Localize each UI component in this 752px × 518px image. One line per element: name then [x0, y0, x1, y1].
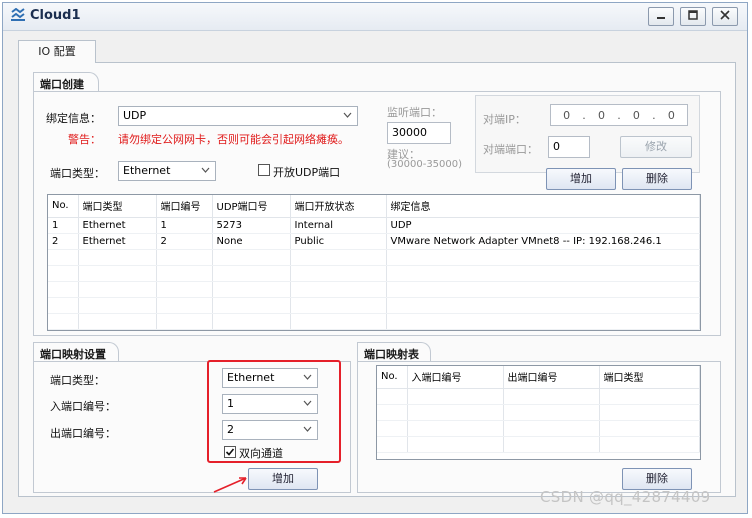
col-port-type[interactable]: 端口类型 [599, 366, 700, 389]
peer-ip-octet-4: 0 [667, 108, 675, 122]
port-type-value: Ethernet [123, 164, 171, 177]
table-row-empty [48, 249, 700, 266]
listen-port-label: 监听端口： [387, 106, 442, 119]
peer-ip-dot: . [617, 108, 621, 122]
cell-port-number: 1 [156, 217, 213, 234]
cell-port-type: Ethernet [78, 233, 157, 250]
suggest-range: (30000-35000) [387, 159, 463, 170]
col-open-state[interactable]: 端口开放状态 [290, 195, 387, 218]
listen-port-input[interactable]: 30000 [387, 122, 451, 144]
cell-no: 2 [48, 233, 79, 250]
col-binding[interactable]: 绑定信息 [386, 195, 700, 218]
table-row-empty [48, 281, 700, 298]
cell-port-number: 2 [156, 233, 213, 250]
table-row-empty [377, 404, 700, 421]
in-port-label: 入端口编号： [50, 400, 116, 413]
modify-button[interactable]: 修改 [620, 136, 692, 158]
table-row-empty [48, 265, 700, 282]
col-no[interactable]: No. [377, 366, 408, 389]
peer-ip-octet-3: 0 [632, 108, 640, 122]
table-row-empty [48, 297, 700, 314]
peer-port-input[interactable]: 0 [548, 136, 590, 158]
close-icon [720, 10, 730, 20]
minimize-icon [657, 17, 665, 19]
map-port-type-label: 端口类型： [50, 374, 105, 387]
mapping-table-title: 端口映射表 [364, 348, 419, 361]
add-mapping-button[interactable]: 增加 [248, 468, 318, 490]
peer-ip-octet-1: 0 [563, 108, 571, 122]
peer-ip-octet-2: 0 [598, 108, 605, 122]
peer-ip-input[interactable]: 0 . 0 . 0 . 0 [550, 104, 688, 126]
maximize-button[interactable] [680, 7, 706, 26]
delete-port-button[interactable]: 删除 [622, 168, 692, 190]
out-port-label: 出端口编号： [50, 427, 116, 440]
chevron-down-icon [343, 112, 352, 118]
binding-label: 绑定信息： [46, 112, 101, 125]
port-creation-title: 端口创建 [40, 78, 84, 91]
table-row-empty [48, 313, 700, 330]
cell-udp-port: 5273 [212, 217, 291, 234]
col-udp-port[interactable]: UDP端口号 [212, 195, 291, 218]
col-no[interactable]: No. [48, 195, 79, 218]
peer-ip-dot: . [582, 108, 586, 122]
peer-port-label: 对端端口： [483, 143, 538, 156]
col-in-port[interactable]: 入端口编号 [407, 366, 504, 389]
cell-udp-port: None [212, 233, 291, 250]
binding-value: UDP [123, 109, 147, 122]
port-table[interactable]: No. 端口类型 端口编号 UDP端口号 端口开放状态 绑定信息 1 Ether… [47, 194, 701, 331]
cell-no: 1 [48, 217, 79, 234]
port-type-combo[interactable]: Ethernet [118, 161, 216, 181]
open-udp-label: 开放UDP端口 [273, 166, 341, 179]
warning-label: 警告： [68, 133, 101, 146]
title-bar[interactable] [3, 3, 747, 31]
highlight-annotation-box [207, 360, 341, 463]
minimize-button[interactable] [648, 7, 674, 26]
table-row-empty [377, 436, 700, 453]
cell-open-state: Internal [290, 217, 387, 234]
add-port-button[interactable]: 增加 [546, 168, 616, 190]
watermark: CSDN @qq_42874409 [540, 488, 711, 506]
table-row-empty [377, 420, 700, 437]
maximize-icon [688, 10, 698, 20]
chevron-down-icon [201, 167, 210, 173]
cell-binding: UDP [386, 217, 700, 234]
table-header-row: No. 入端口编号 出端口编号 端口类型 [377, 366, 700, 389]
table-header-row: No. 端口类型 端口编号 UDP端口号 端口开放状态 绑定信息 [48, 195, 700, 218]
warning-text: 请勿绑定公网网卡，否则可能会引起网络瘫痪。 [118, 133, 349, 146]
port-type-label: 端口类型： [50, 167, 105, 180]
close-button[interactable] [712, 7, 738, 26]
peer-ip-label: 对端IP： [483, 113, 526, 126]
red-arrow-icon [213, 477, 247, 493]
mapping-settings-title: 端口映射设置 [40, 348, 106, 361]
cell-port-type: Ethernet [78, 217, 157, 234]
binding-combo[interactable]: UDP [118, 106, 358, 126]
delete-mapping-button[interactable]: 删除 [622, 468, 692, 490]
cell-binding: VMware Network Adapter VMnet8 -- IP: 192… [386, 233, 700, 250]
col-port-type[interactable]: 端口类型 [78, 195, 157, 218]
mapping-table[interactable]: No. 入端口编号 出端口编号 端口类型 [376, 365, 701, 460]
table-row-empty [377, 388, 700, 405]
open-udp-checkbox[interactable] [258, 164, 270, 176]
window-title: Cloud1 [30, 8, 81, 23]
col-out-port[interactable]: 出端口编号 [503, 366, 600, 389]
peer-ip-dot: . [652, 108, 656, 122]
col-port-number[interactable]: 端口编号 [156, 195, 213, 218]
table-row[interactable]: 1 Ethernet 1 5273 Internal UDP [48, 217, 700, 234]
table-row[interactable]: 2 Ethernet 2 None Public VMware Network … [48, 233, 700, 250]
cloud-app-icon [11, 8, 25, 21]
tab-io-config[interactable]: IO 配置 [18, 40, 96, 63]
cell-open-state: Public [290, 233, 387, 250]
